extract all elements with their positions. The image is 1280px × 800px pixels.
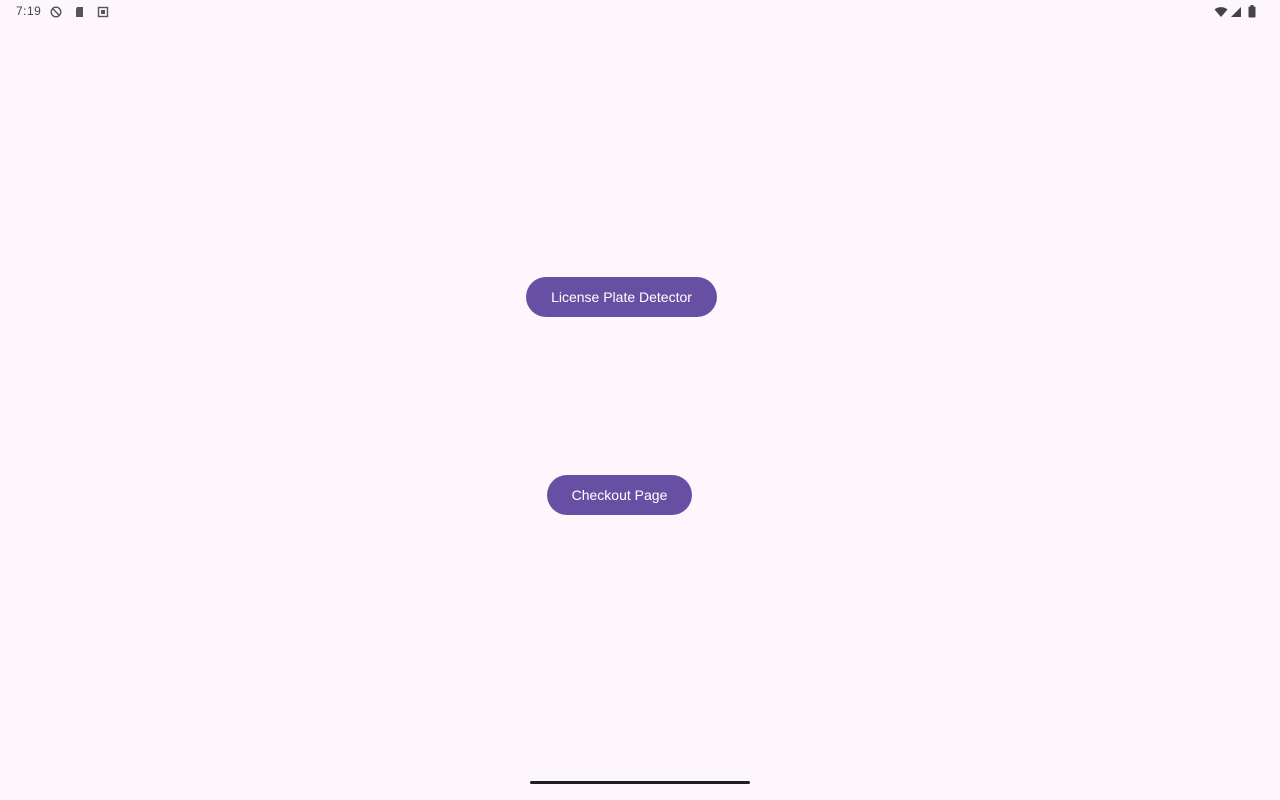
app-screen: 7:19 License Plate Detector Checkout Pag… — [0, 0, 1280, 800]
status-bar: 7:19 — [0, 0, 1280, 26]
checkout-page-button[interactable]: Checkout Page — [547, 475, 692, 515]
battery-icon — [1248, 5, 1256, 23]
signal-icon — [1230, 5, 1242, 23]
sd-card-icon — [74, 5, 86, 17]
status-time: 7:19 — [16, 4, 42, 18]
license-plate-detector-button[interactable]: License Plate Detector — [526, 277, 717, 317]
wifi-icon — [1214, 5, 1228, 23]
do-not-disturb-icon — [50, 5, 62, 18]
navigation-gesture-handle[interactable] — [530, 781, 750, 784]
screenshot-icon — [97, 5, 109, 18]
